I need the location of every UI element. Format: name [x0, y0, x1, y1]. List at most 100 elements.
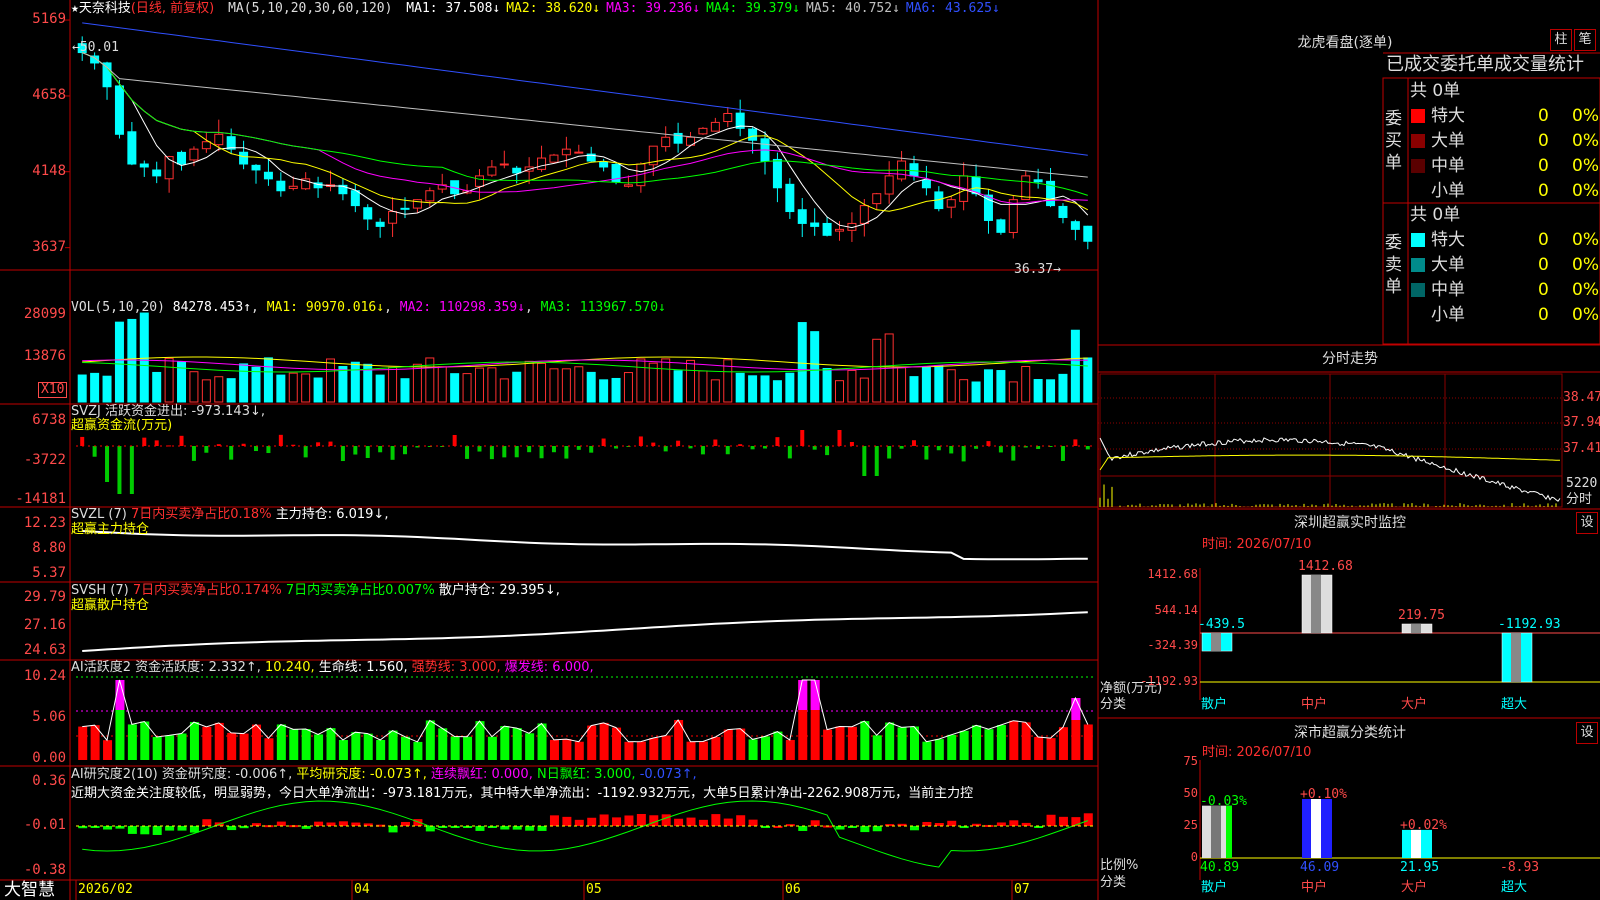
research-bar-8 — [177, 826, 187, 831]
research-bar-20 — [326, 822, 336, 826]
research-bar-21 — [338, 821, 348, 826]
research-bar-40 — [574, 819, 584, 826]
bar-mode-button[interactable]: 柱 — [1550, 29, 1572, 51]
svzj-bar-79 — [1060, 446, 1065, 461]
buy-side-label: 委买单 — [1385, 109, 1402, 173]
monitor-bar-shade-0 — [1211, 633, 1221, 652]
vol-bar-68 — [921, 366, 931, 403]
vol-bar-47 — [661, 358, 671, 403]
row-name: 小单 — [1431, 305, 1465, 325]
high-annotation: ←50.01 — [72, 40, 119, 55]
active-bar-66 — [897, 727, 907, 760]
vol-unit-button[interactable]: X10 — [38, 382, 68, 398]
monitor-cat-0: 散户 — [1201, 697, 1228, 712]
class-value-2: 21.95 — [1400, 860, 1440, 875]
vol-bar-70 — [946, 369, 956, 403]
candle-body-6 — [152, 169, 162, 177]
monitor-settings-button[interactable]: 设 — [1576, 512, 1598, 534]
class-settings-button[interactable]: 设 — [1576, 722, 1598, 744]
class-cat-3: 超大 — [1501, 880, 1528, 895]
vol-bar-76 — [1021, 366, 1031, 403]
color-swatch — [1411, 283, 1425, 297]
candle-body-35 — [512, 167, 522, 174]
active-bar-60 — [823, 729, 833, 760]
svzj-bar-22 — [353, 446, 358, 455]
row-name: 中单 — [1431, 156, 1465, 176]
research-bar-9 — [189, 826, 199, 833]
candle-body-60 — [822, 222, 832, 236]
tick-mode-button[interactable]: 笔 — [1574, 29, 1596, 51]
vol-bar-12 — [226, 378, 236, 403]
active-bar-79 — [1058, 727, 1068, 760]
vol-bar-61 — [835, 380, 844, 403]
svzj-bar-46 — [651, 442, 656, 446]
active-bar-16 — [276, 724, 286, 760]
vol-bar-53 — [735, 372, 745, 403]
candle-body-51 — [710, 121, 720, 132]
vol-bar-51 — [710, 379, 720, 403]
stat-row-委卖单-2: 中单 — [1411, 279, 1465, 301]
candle-body-64 — [872, 193, 882, 205]
svzj-bar-60 — [825, 446, 830, 456]
class-cat-0: 散户 — [1201, 880, 1228, 895]
active-bar-30 — [450, 736, 460, 760]
active-bar-41 — [587, 725, 597, 760]
research-bar-41 — [587, 817, 597, 826]
active-bar-71 — [959, 730, 969, 760]
svzj-bar-63 — [862, 446, 867, 476]
svzj-bar-1 — [92, 446, 97, 457]
svzj-bar-70 — [949, 446, 954, 454]
svzj-bar-57 — [787, 446, 792, 459]
research-bar-48 — [674, 818, 684, 826]
vol-bar-29 — [437, 366, 447, 403]
candle-body-40 — [574, 151, 584, 154]
candle-body-63 — [859, 205, 869, 224]
research-bar-44 — [624, 815, 634, 826]
vol-bar-30 — [450, 373, 460, 403]
x-label-1: 04 — [354, 882, 370, 897]
vol-bar-11 — [214, 376, 224, 403]
candle-body-52 — [723, 112, 733, 123]
svzj-bar-10 — [204, 446, 209, 453]
svzj-bar-31 — [465, 446, 470, 459]
svzj-bar-16 — [278, 434, 283, 446]
vol-bar-4 — [127, 318, 137, 403]
candle-body-10 — [201, 141, 211, 150]
vol-bar-7 — [164, 357, 174, 403]
research-bar-46 — [649, 815, 659, 826]
svzj-bar-4 — [129, 446, 134, 494]
ma-legend-2: MA2: 38.620↓ — [506, 1, 601, 16]
vol-bar-67 — [909, 376, 919, 403]
monitor-time: 时间: 2026/07/10 — [1202, 537, 1312, 552]
row-count: 0 — [1538, 131, 1549, 151]
active-bar-34 — [500, 726, 510, 760]
stat-row-委卖单-1: 大单 — [1411, 254, 1465, 276]
research-bar-70 — [947, 820, 957, 826]
candle-body-79 — [1058, 205, 1068, 218]
intraday-vol-label: 5220 — [1566, 476, 1598, 491]
research-bar-50 — [698, 819, 708, 826]
active-bar-72 — [972, 725, 982, 760]
active-bar-55 — [761, 736, 771, 760]
svzj-bar-37 — [539, 446, 544, 459]
svzj-bar-21 — [340, 446, 345, 462]
active-bar-20 — [326, 728, 336, 760]
row-pct: 0% — [1572, 106, 1599, 126]
period-mode[interactable]: (日线, 前复权) — [131, 1, 214, 16]
research-bar-75 — [1009, 820, 1019, 826]
star-icon[interactable]: ★ — [71, 1, 79, 16]
active-bar-73 — [984, 729, 994, 760]
active-bar-42 — [599, 722, 609, 760]
stat-row-委卖单-3: 小单 — [1411, 304, 1465, 326]
active-bar-14 — [252, 724, 262, 760]
stock-name[interactable]: 天奈科技 — [79, 1, 131, 16]
candle-body-50 — [698, 127, 708, 135]
class-value-0: 40.89 — [1200, 860, 1240, 875]
row-name: 特大 — [1431, 230, 1465, 250]
stat-title: 已成交委托单成交量统计 — [1386, 54, 1584, 75]
vol-bar-79 — [1058, 373, 1068, 403]
row-pct: 0% — [1572, 305, 1599, 325]
class-y-tick-0: 75 — [1183, 754, 1198, 768]
vol-bar-34 — [499, 378, 509, 403]
vol-bar-24 — [375, 374, 385, 403]
